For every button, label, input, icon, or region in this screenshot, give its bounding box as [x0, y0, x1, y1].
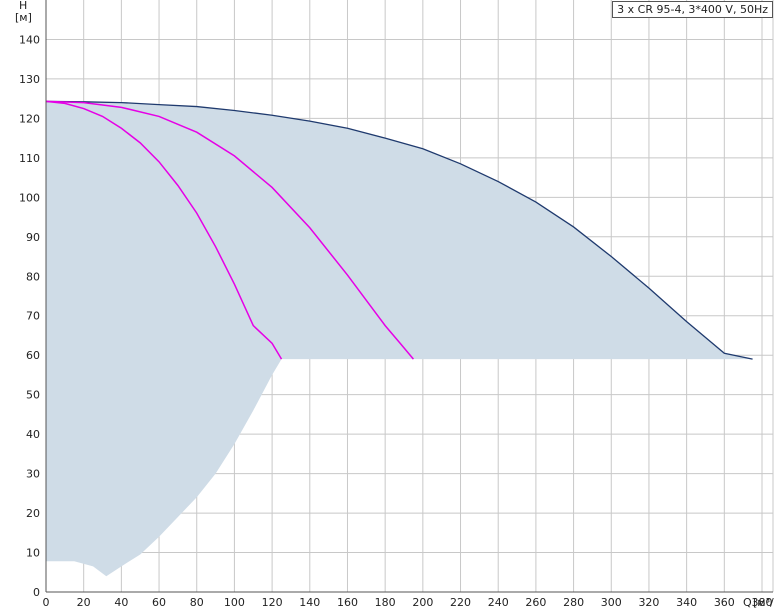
pump-curve-chart: 0 20 40 60 80 100 120 140 160 180 200 220 240 260 280 3… — [15, 0, 774, 609]
y-tick-label: 70 — [26, 310, 40, 323]
y-tick-label: 10 — [26, 547, 40, 560]
x-tick-label: 360 — [714, 596, 735, 609]
y-tick-label: 50 — [26, 389, 40, 402]
y-tick-label: 120 — [19, 112, 40, 125]
y-tick-label: 0 — [33, 586, 40, 599]
x-tick-label: 300 — [601, 596, 622, 609]
x-tick-label: 340 — [676, 596, 697, 609]
y-tick-label: 80 — [26, 270, 40, 283]
x-tick-label: 240 — [488, 596, 509, 609]
chart-title-box: 3 x CR 95-4, 3*400 V, 50Hz — [612, 1, 773, 18]
y-tick-label: 130 — [19, 73, 40, 86]
x-tick-label: 280 — [563, 596, 584, 609]
x-tick-label: 40 — [114, 596, 128, 609]
x-tick-label: 200 — [412, 596, 433, 609]
y-tick-label: 140 — [19, 33, 40, 46]
x-tick-label: 20 — [77, 596, 91, 609]
y-tick-label: 20 — [26, 507, 40, 520]
x-tick-label: 320 — [638, 596, 659, 609]
y-tick-label: 40 — [26, 428, 40, 441]
y-tick-labels: 0 10 20 30 40 50 60 70 80 90 100 110 120 130 140 — [19, 33, 40, 599]
x-tick-labels: 0 20 40 60 80 100 120 140 160 180 200 220 240 260 280 3… — [43, 596, 773, 609]
chart-title: 3 x CR 95-4, 3*400 V, 50Hz — [617, 3, 768, 16]
x-tick-label: 100 — [224, 596, 245, 609]
x-tick-label: 60 — [152, 596, 166, 609]
x-tick-label: 0 — [43, 596, 50, 609]
x-tick-label: 120 — [262, 596, 283, 609]
x-axis-unit: [м³/ч] — [753, 596, 774, 609]
x-tick-label: 180 — [375, 596, 396, 609]
y-tick-label: 30 — [26, 468, 40, 481]
y-tick-label: 60 — [26, 349, 40, 362]
y-tick-label: 110 — [19, 152, 40, 165]
x-axis-label: Q — [743, 596, 752, 609]
x-tick-label: 260 — [525, 596, 546, 609]
x-tick-label: 80 — [190, 596, 204, 609]
y-tick-label: 90 — [26, 231, 40, 244]
x-tick-label: 160 — [337, 596, 358, 609]
operating-area — [46, 101, 753, 577]
x-tick-label: 220 — [450, 596, 471, 609]
x-tick-label: 140 — [299, 596, 320, 609]
y-tick-label: 100 — [19, 191, 40, 204]
operating-area-fill — [46, 101, 753, 577]
y-axis-unit: [м] — [15, 11, 32, 24]
